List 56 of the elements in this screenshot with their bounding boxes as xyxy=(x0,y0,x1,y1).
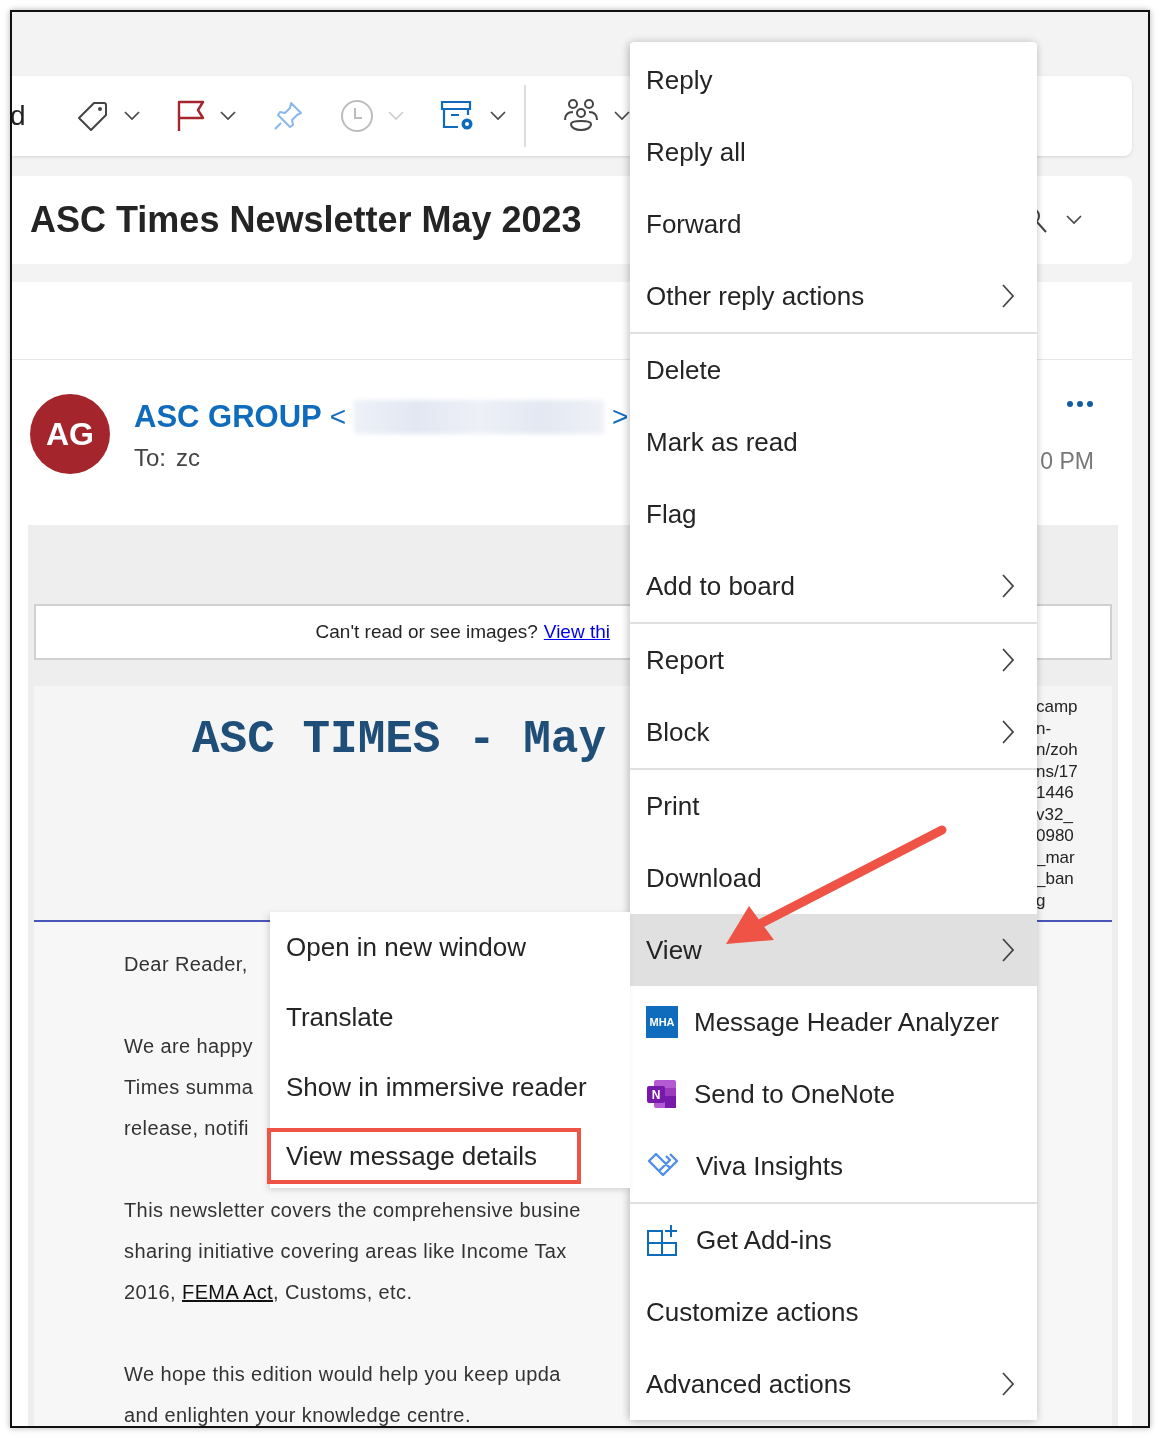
message-time: 0 PM xyxy=(1040,448,1094,475)
menu-item[interactable]: Viva Insights xyxy=(630,1130,1037,1202)
image-alt-text: ns/17 xyxy=(1036,760,1079,782)
image-alt-text: _mar xyxy=(1036,846,1076,868)
menu-item[interactable]: Mark as read xyxy=(630,406,1037,478)
image-alt-text: n- xyxy=(1036,717,1053,739)
menu-item[interactable]: Print xyxy=(630,770,1037,842)
menu-item[interactable]: N Send to OneNote xyxy=(630,1058,1037,1130)
menu-item[interactable]: Show in immersive reader xyxy=(270,1052,630,1122)
menu-item[interactable]: Reply all xyxy=(630,116,1037,188)
body-text: We hope this edition would help you keep upda xyxy=(124,1362,561,1387)
view-online-link[interactable]: View thi xyxy=(543,621,610,643)
menu-item[interactable]: Advanced actions xyxy=(630,1348,1037,1420)
banner-title: ASC TIMES - May xyxy=(192,714,607,768)
menu-item[interactable]: Other reply actions xyxy=(630,260,1037,332)
sender-avatar: AG xyxy=(30,394,110,474)
body-text: Times summa xyxy=(124,1075,254,1100)
menu-item[interactable]: Forward xyxy=(630,188,1037,260)
body-text: Dear Reader, xyxy=(124,952,248,977)
menu-item[interactable]: Delete xyxy=(630,334,1037,406)
menu-item[interactable]: View xyxy=(630,914,1037,986)
body-text: This newsletter covers the comprehensive busine xyxy=(124,1198,581,1223)
email-bracket: > xyxy=(612,401,629,433)
image-alt-text: _ban xyxy=(1036,868,1075,890)
body-text: We are happy xyxy=(124,1034,253,1059)
fema-act-link[interactable]: FEMA Act xyxy=(182,1281,274,1303)
image-alt-text: v32_ xyxy=(1036,803,1074,825)
image-alt-text: 1446 xyxy=(1036,782,1075,804)
body-text: release, notifi xyxy=(124,1116,249,1141)
menu-item[interactable]: Add to board xyxy=(630,550,1037,622)
recipient: zc xyxy=(176,444,200,472)
email-bracket: < xyxy=(329,401,347,433)
menu-item[interactable]: Report xyxy=(630,624,1037,696)
menu-item[interactable]: Open in new window xyxy=(270,912,630,982)
menu-item[interactable]: Flag xyxy=(630,478,1037,550)
image-alt-text: 0980 xyxy=(1036,825,1075,847)
body-text: 2016, FEMA Act, Customs, etc. xyxy=(124,1280,413,1305)
analyzer-icon: MHA xyxy=(646,1006,678,1038)
to-label: To: xyxy=(134,444,166,472)
body-text: and enlighten your knowledge centre. xyxy=(124,1403,471,1426)
image-alt-text: camp xyxy=(1036,696,1079,718)
menu-item[interactable]: Get Add-ins xyxy=(630,1204,1037,1276)
body-text: sharing initiative covering areas like Income Tax xyxy=(124,1239,567,1264)
menu-item[interactable]: MHA Message Header Analyzer xyxy=(630,986,1037,1058)
toolbar-label[interactable]: d xyxy=(12,100,34,132)
menu-item[interactable]: Block xyxy=(630,696,1037,768)
menu-item[interactable]: Reply xyxy=(630,44,1037,116)
menu-item[interactable]: Translate xyxy=(270,982,630,1052)
image-alt-text: g xyxy=(1036,889,1047,911)
email-subject: ASC Times Newsletter May 2023 xyxy=(30,199,582,241)
menu-item[interactable]: Download xyxy=(630,842,1037,914)
image-alt-text: n/zoh xyxy=(1036,739,1079,761)
sender-name[interactable]: ASC GROUP xyxy=(134,399,322,435)
menu-item[interactable]: Customize actions xyxy=(630,1276,1037,1348)
menu-item[interactable]: View message details xyxy=(267,1128,581,1184)
notice-text: Can't read or see images? xyxy=(315,621,538,643)
